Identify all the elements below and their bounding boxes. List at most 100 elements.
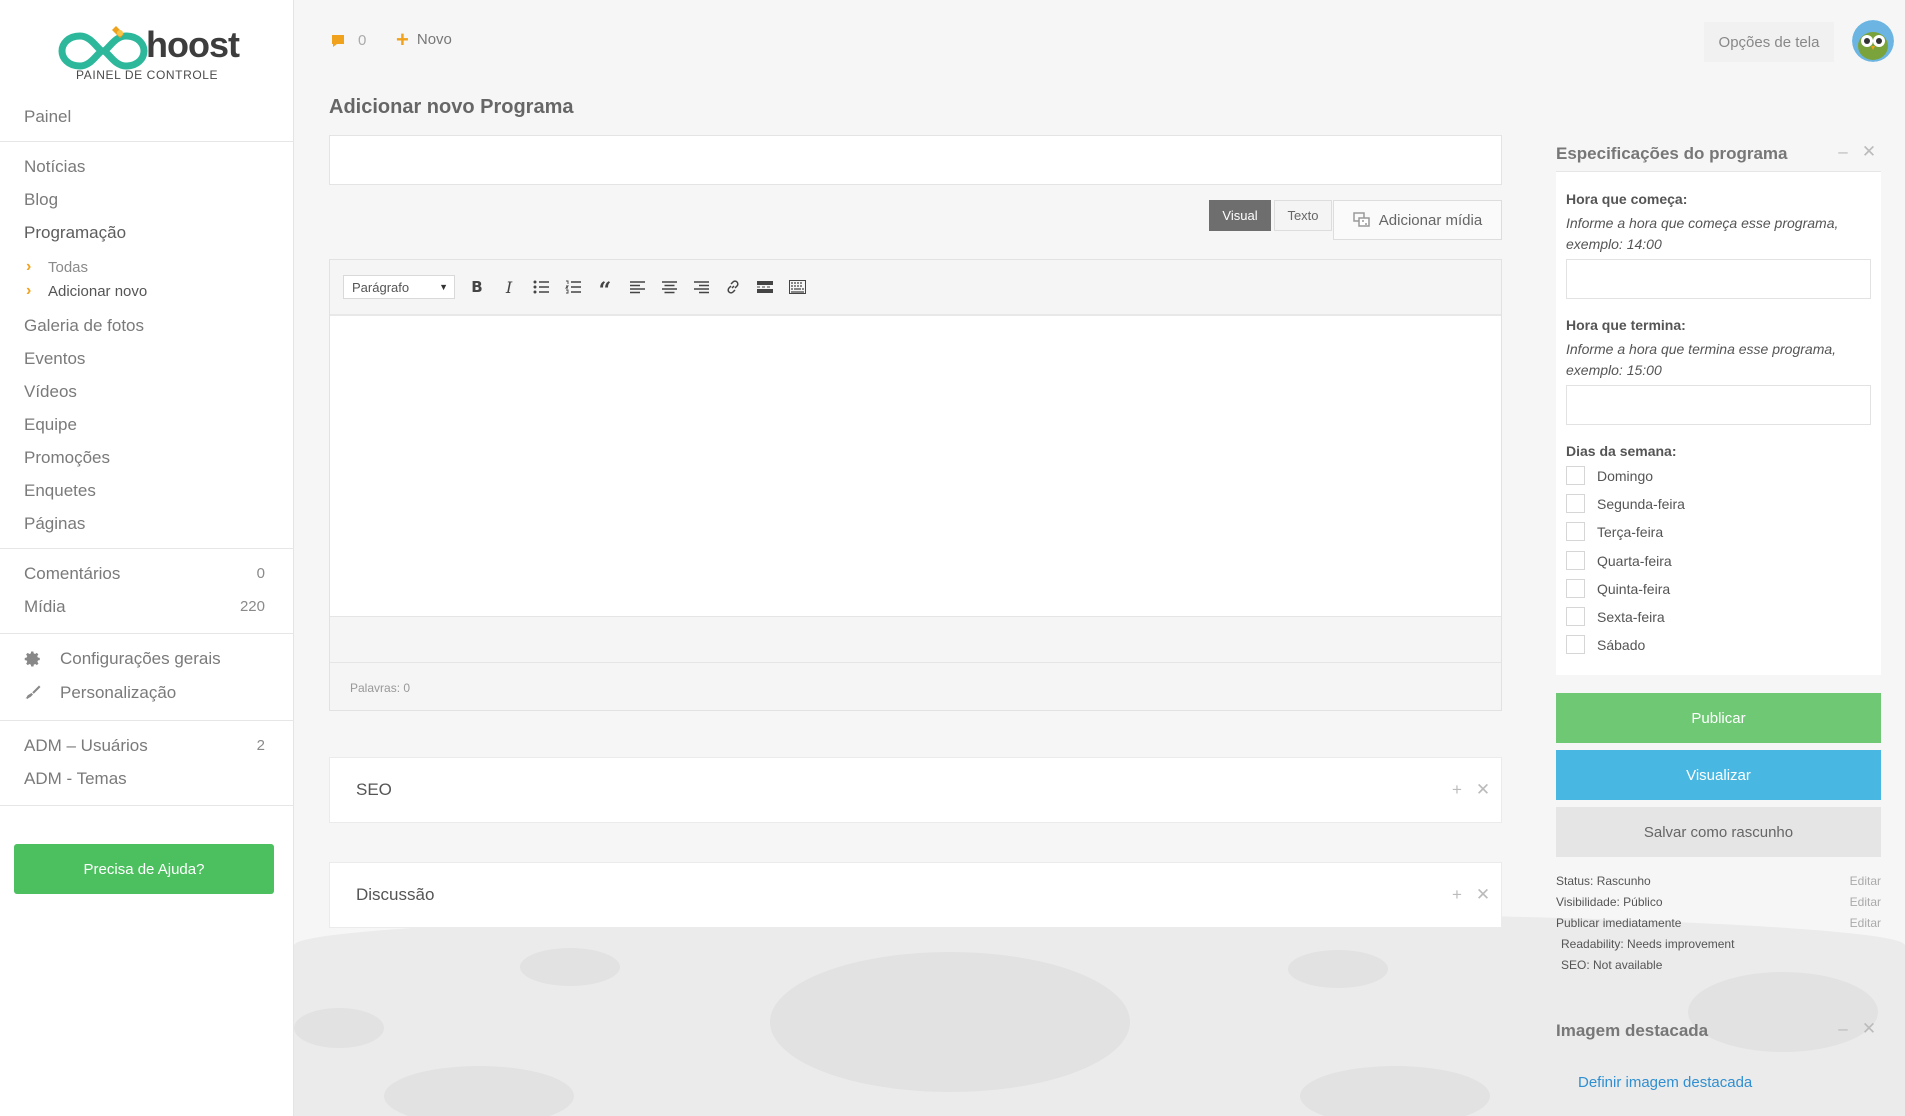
sidebar-item-galeria-de-fotos[interactable]: Galeria de fotos — [0, 309, 294, 342]
sidebar-item-equipe[interactable]: Equipe — [0, 408, 294, 441]
sidebar-divider — [0, 548, 294, 549]
sidebar-item-paginas[interactable]: Páginas — [0, 507, 294, 540]
sidebar-item-midia[interactable]: Mídia 220 — [0, 590, 294, 623]
sidebar-item-label: Equipe — [24, 414, 77, 434]
save-draft-button[interactable]: Salvar como rascunho — [1556, 807, 1881, 857]
checkbox[interactable] — [1566, 551, 1585, 570]
comment-bubble-icon — [332, 34, 344, 47]
align-right-button[interactable] — [685, 273, 717, 301]
sidebar-item-label: Programação — [24, 222, 127, 242]
day-quinta-feira[interactable]: Quinta-feira — [1566, 579, 1670, 598]
background-crater — [770, 952, 1130, 1092]
format-select[interactable]: Parágrafo ▼ — [343, 275, 455, 299]
screen-options-button[interactable]: Opções de tela — [1704, 22, 1834, 62]
count-badge: 0 — [256, 565, 265, 582]
expand-icon[interactable]: + — [1449, 885, 1465, 904]
logo[interactable]: hoost PAINEL DE CONTROLE — [58, 16, 240, 84]
tab-visual[interactable]: Visual — [1209, 200, 1271, 231]
read-more-button[interactable] — [749, 273, 781, 301]
sidebar-item-blog[interactable]: Blog — [0, 183, 294, 216]
insert-link-button[interactable] — [717, 273, 749, 301]
day-sexta-feira[interactable]: Sexta-feira — [1566, 607, 1665, 626]
expand-icon[interactable]: + — [1449, 780, 1465, 799]
add-media-button[interactable]: Adicionar mídia — [1333, 200, 1502, 240]
minimize-icon[interactable]: – — [1835, 1019, 1851, 1038]
day-label: Segunda-feira — [1597, 495, 1685, 512]
close-icon[interactable]: ✕ — [1475, 780, 1491, 799]
sidebar-item-comentarios[interactable]: Comentários 0 — [0, 557, 294, 590]
close-icon[interactable]: ✕ — [1861, 1019, 1877, 1038]
close-icon[interactable]: ✕ — [1475, 885, 1491, 904]
publish-button[interactable]: Publicar — [1556, 693, 1881, 743]
checkbox[interactable] — [1566, 579, 1585, 598]
day-terca-feira[interactable]: Terça-feira — [1566, 522, 1663, 541]
italic-button[interactable]: I — [493, 273, 525, 301]
close-icon[interactable]: ✕ — [1861, 142, 1877, 161]
edit-publish-time-link[interactable]: Editar — [1850, 916, 1881, 930]
align-right-icon — [693, 280, 709, 293]
sidebar-item-videos[interactable]: Vídeos — [0, 375, 294, 408]
bullet-list-button[interactable] — [525, 273, 557, 301]
day-segunda-feira[interactable]: Segunda-feira — [1566, 494, 1685, 513]
sidebar-item-painel[interactable]: Painel — [0, 100, 294, 133]
edit-visibility-link[interactable]: Editar — [1850, 895, 1881, 909]
sidebar-subitem-adicionar-novo[interactable]: › Adicionar novo — [0, 279, 294, 303]
sidebar-item-adm-usuarios[interactable]: ADM – Usuários 2 — [0, 729, 294, 762]
minimize-icon[interactable]: – — [1835, 142, 1851, 161]
visibility-label: Visibilidade: Público — [1556, 895, 1663, 909]
start-time-input[interactable] — [1566, 259, 1871, 299]
day-domingo[interactable]: Domingo — [1566, 466, 1653, 485]
day-quarta-feira[interactable]: Quarta-feira — [1566, 551, 1672, 570]
tab-text[interactable]: Texto — [1274, 200, 1332, 231]
sidebar-subitem-todas[interactable]: › Todas — [0, 255, 294, 279]
end-time-input[interactable] — [1566, 385, 1871, 425]
sidebar-item-label: Notícias — [24, 156, 86, 176]
publish-time-row: Publicar imediatamente Editar — [1556, 916, 1881, 930]
sidebar-item-label: ADM – Usuários — [24, 735, 148, 755]
preview-button[interactable]: Visualizar — [1556, 750, 1881, 800]
format-select-value: Parágrafo — [352, 279, 410, 295]
new-content-link[interactable]: + Novo — [396, 28, 452, 50]
background-crater — [1288, 950, 1388, 988]
sidebar-item-personalizacao[interactable]: Personalização — [0, 676, 294, 710]
sidebar-item-label: Configurações gerais — [60, 649, 221, 668]
title-input[interactable] — [329, 135, 1502, 185]
set-featured-image-link[interactable]: Definir imagem destacada — [1578, 1074, 1752, 1091]
seo-metabox[interactable]: SEO + ✕ — [329, 757, 1502, 823]
read-more-icon — [757, 281, 773, 293]
bold-button[interactable]: B — [461, 273, 493, 301]
gear-icon — [24, 650, 60, 668]
checkbox[interactable] — [1566, 635, 1585, 654]
toolbar-toggle-button[interactable] — [781, 273, 813, 301]
sidebar-divider — [0, 633, 294, 634]
sidebar-item-eventos[interactable]: Eventos — [0, 342, 294, 375]
sidebar-item-configuracoes-gerais[interactable]: Configurações gerais — [0, 642, 294, 676]
featured-image-title: Imagem destacada — [1556, 1021, 1709, 1040]
sidebar-item-promocoes[interactable]: Promoções — [0, 441, 294, 474]
edit-status-link[interactable]: Editar — [1850, 874, 1881, 888]
align-left-button[interactable] — [621, 273, 653, 301]
numbered-list-button[interactable] — [557, 273, 589, 301]
new-label: Novo — [416, 31, 452, 48]
checkbox[interactable] — [1566, 494, 1585, 513]
checkbox[interactable] — [1566, 466, 1585, 485]
editor-content-area[interactable] — [330, 316, 1501, 616]
sidebar-item-enquetes[interactable]: Enquetes — [0, 474, 294, 507]
blockquote-button[interactable]: “ — [589, 273, 621, 302]
sidebar-item-noticias[interactable]: Notícias — [0, 150, 294, 183]
sidebar-item-adm-temas[interactable]: ADM - Temas — [0, 762, 294, 795]
sidebar-item-programacao[interactable]: Programação — [0, 216, 294, 249]
checkbox[interactable] — [1566, 522, 1585, 541]
comments-link[interactable]: 0 — [330, 32, 366, 49]
discussion-metabox[interactable]: Discussão + ✕ — [329, 862, 1502, 928]
metabox-title: Discussão — [356, 885, 435, 904]
help-button[interactable]: Precisa de Ajuda? — [14, 844, 274, 894]
checkbox[interactable] — [1566, 607, 1585, 626]
sidebar-item-label: Promoções — [24, 447, 110, 467]
avatar[interactable] — [1852, 20, 1894, 62]
day-label: Terça-feira — [1597, 523, 1664, 540]
word-count: Palavras: 0 — [330, 662, 1501, 710]
seo-score: SEO: Not available — [1561, 958, 1663, 972]
day-sabado[interactable]: Sábado — [1566, 635, 1645, 654]
align-center-button[interactable] — [653, 273, 685, 301]
